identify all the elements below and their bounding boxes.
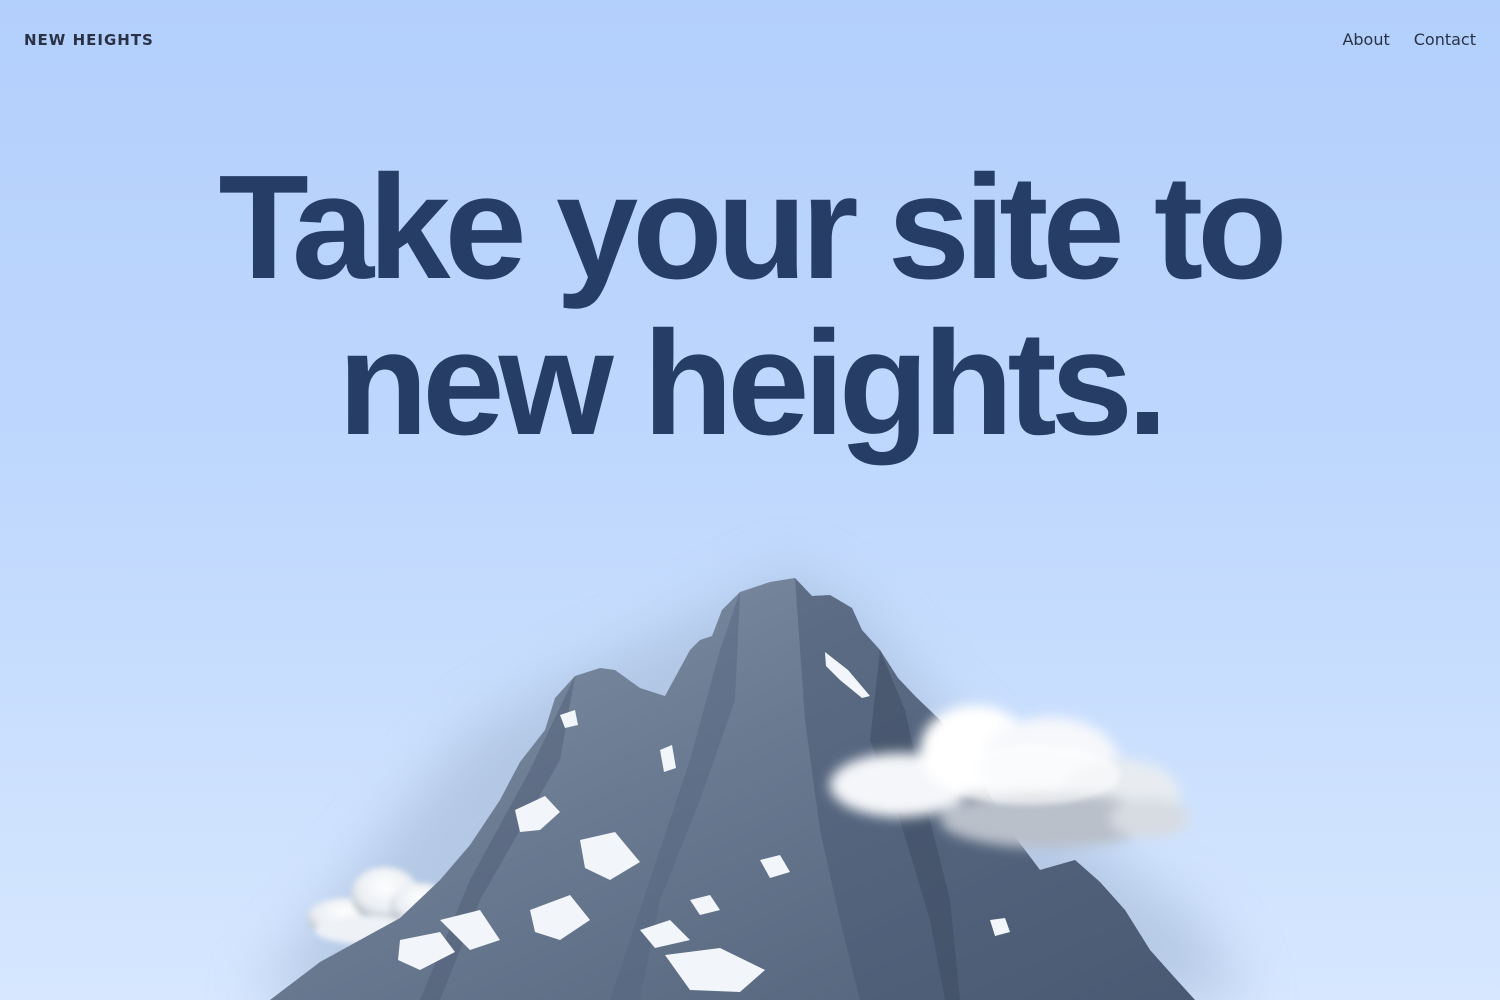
site-header: NEW HEIGHTS About Contact	[0, 0, 1500, 80]
nav-link-about[interactable]: About	[1342, 30, 1389, 49]
brand-logo[interactable]: NEW HEIGHTS	[24, 31, 154, 49]
hero-headline: Take your site to new heights.	[0, 150, 1500, 462]
nav-link-contact[interactable]: Contact	[1414, 30, 1476, 49]
hero-headline-line-2: new heights.	[337, 301, 1168, 466]
mountain-scene	[0, 500, 1500, 1000]
hero-headline-line-1: Take your site to	[218, 145, 1287, 310]
main-nav: About Contact	[1342, 30, 1476, 49]
mountain-illustration	[250, 570, 1250, 1000]
